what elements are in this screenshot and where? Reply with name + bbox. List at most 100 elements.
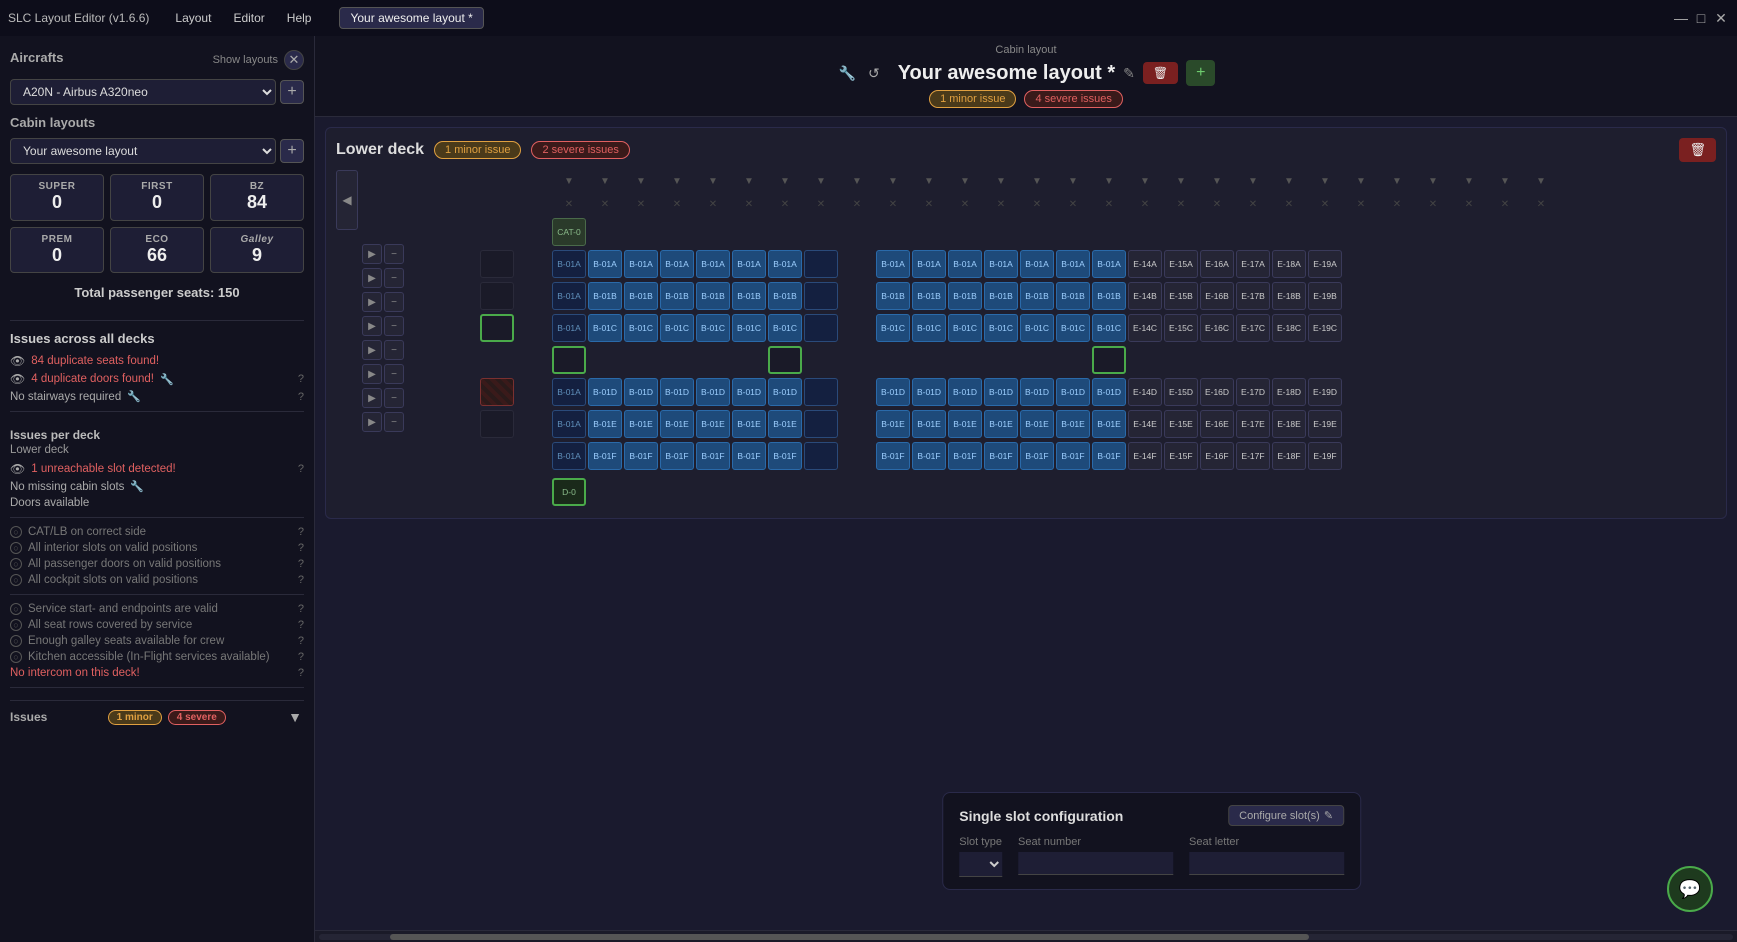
seat-cell[interactable]: B-01B: [1092, 282, 1126, 310]
seat-cell[interactable]: B-01A: [552, 314, 586, 342]
seat-cell[interactable]: [480, 378, 514, 406]
refresh-icon-button[interactable]: ↺: [866, 63, 882, 84]
seat-cell[interactable]: B-01C: [660, 314, 694, 342]
seat-cell[interactable]: E-19F: [1308, 442, 1342, 470]
row-ctrl-btn-4a[interactable]: ▶: [362, 316, 382, 336]
issues-expand-button[interactable]: ▼: [286, 707, 304, 727]
seat-cell[interactable]: B-01A: [984, 250, 1018, 278]
seat-cell[interactable]: B-01C: [696, 314, 730, 342]
seat-cell[interactable]: B-01E: [1056, 410, 1090, 438]
chat-button[interactable]: 💬: [1667, 866, 1713, 912]
seat-cell[interactable]: E-17A: [1236, 250, 1270, 278]
seat-cell[interactable]: E-19B: [1308, 282, 1342, 310]
seat-cell[interactable]: B-01D: [588, 378, 622, 406]
row-ctrl-btn-4b[interactable]: −: [384, 316, 404, 336]
seat-cell[interactable]: [552, 346, 586, 374]
configure-slots-button[interactable]: Configure slot(s) ✎: [1228, 805, 1344, 826]
seat-cell[interactable]: E-19C: [1308, 314, 1342, 342]
seat-cell[interactable]: B-01D: [624, 378, 658, 406]
seat-cell[interactable]: E-17D: [1236, 378, 1270, 406]
seat-cell[interactable]: B-01A: [732, 250, 766, 278]
seat-cell[interactable]: B-01F: [588, 442, 622, 470]
seat-cell[interactable]: E-18A: [1272, 250, 1306, 278]
seat-cell[interactable]: B-01E: [660, 410, 694, 438]
seat-cell[interactable]: B-01A: [552, 442, 586, 470]
seat-cell[interactable]: E-15E: [1164, 410, 1198, 438]
row-ctrl-btn-7a[interactable]: ▶: [362, 388, 382, 408]
seat-cell[interactable]: B-01C: [624, 314, 658, 342]
seat-cell[interactable]: B-01C: [948, 314, 982, 342]
row-ctrl-btn-2b[interactable]: −: [384, 268, 404, 288]
seat-cell[interactable]: E-19D: [1308, 378, 1342, 406]
seat-cell[interactable]: E-16C: [1200, 314, 1234, 342]
seat-cell[interactable]: B-01B: [624, 282, 658, 310]
seat-cell[interactable]: B-01B: [1020, 282, 1054, 310]
seat-cell[interactable]: B-01F: [912, 442, 946, 470]
seat-cell[interactable]: B-01E: [948, 410, 982, 438]
add-aircraft-button[interactable]: +: [280, 80, 304, 104]
seat-cell[interactable]: B-01E: [768, 410, 802, 438]
seat-cell[interactable]: B-01D: [984, 378, 1018, 406]
seat-cell[interactable]: [804, 410, 838, 438]
cabin-title-edit-button[interactable]: ✎: [1123, 65, 1135, 82]
wrench-icon[interactable]: 🔧: [160, 373, 174, 386]
seat-cell[interactable]: D-0: [552, 478, 586, 506]
seat-cell[interactable]: B-01B: [588, 282, 622, 310]
row-ctrl-btn-3b[interactable]: −: [384, 292, 404, 312]
help-icon[interactable]: ?: [298, 373, 304, 385]
minimize-button[interactable]: —: [1673, 10, 1689, 26]
seat-cell[interactable]: B-01C: [1020, 314, 1054, 342]
seat-cell[interactable]: [480, 314, 514, 342]
collapse-button[interactable]: ◀: [336, 170, 358, 230]
help-icon-9[interactable]: ?: [298, 619, 304, 631]
wrench-icon-3[interactable]: 🔧: [130, 480, 144, 493]
seat-cell[interactable]: E-16B: [1200, 282, 1234, 310]
seat-cell[interactable]: B-01F: [732, 442, 766, 470]
eye-icon-2[interactable]: 👁: [10, 372, 25, 386]
seat-cell[interactable]: B-01A: [876, 250, 910, 278]
close-button[interactable]: ✕: [1713, 10, 1729, 26]
seat-number-input[interactable]: [1018, 852, 1173, 875]
eye-icon[interactable]: 👁: [10, 354, 25, 368]
row-ctrl-btn-1b[interactable]: −: [384, 244, 404, 264]
row-ctrl-btn-5b[interactable]: −: [384, 340, 404, 360]
seat-cell[interactable]: B-01F: [1092, 442, 1126, 470]
seat-cell[interactable]: B-01A: [1056, 250, 1090, 278]
add-cabin-layout-button[interactable]: +: [280, 139, 304, 163]
seat-letter-input[interactable]: [1189, 852, 1344, 875]
seat-cell[interactable]: E-18D: [1272, 378, 1306, 406]
seat-cell[interactable]: B-01E: [912, 410, 946, 438]
seat-cell[interactable]: B-01E: [588, 410, 622, 438]
help-icon-12[interactable]: ?: [298, 667, 304, 679]
seat-cell[interactable]: E-18B: [1272, 282, 1306, 310]
seat-cell[interactable]: [804, 314, 838, 342]
eye-icon-3[interactable]: 👁: [10, 462, 25, 476]
help-icon-10[interactable]: ?: [298, 635, 304, 647]
active-tab[interactable]: Your awesome layout *: [339, 7, 483, 29]
seat-cell[interactable]: E-18F: [1272, 442, 1306, 470]
menu-layout[interactable]: Layout: [165, 9, 221, 27]
seat-cell[interactable]: E-19E: [1308, 410, 1342, 438]
seat-cell[interactable]: B-01A: [696, 250, 730, 278]
seat-cell[interactable]: B-01B: [696, 282, 730, 310]
delete-deck-button[interactable]: 🗑: [1679, 138, 1716, 162]
seat-cell[interactable]: E-16E: [1200, 410, 1234, 438]
seat-cell[interactable]: B-01F: [660, 442, 694, 470]
seat-cell[interactable]: B-01D: [768, 378, 802, 406]
seat-cell[interactable]: B-01C: [1056, 314, 1090, 342]
seat-cell[interactable]: E-16A: [1200, 250, 1234, 278]
seat-cell[interactable]: E-15F: [1164, 442, 1198, 470]
help-icon-5[interactable]: ?: [298, 542, 304, 554]
seat-cell[interactable]: [804, 378, 838, 406]
slot-type-select[interactable]: [959, 852, 1002, 877]
seat-cell[interactable]: B-01D: [948, 378, 982, 406]
row-ctrl-btn-3a[interactable]: ▶: [362, 292, 382, 312]
seat-cell[interactable]: B-01D: [1020, 378, 1054, 406]
seat-cell[interactable]: B-01B: [912, 282, 946, 310]
seat-cell[interactable]: B-01A: [552, 250, 586, 278]
seat-cell[interactable]: E-17F: [1236, 442, 1270, 470]
cabin-title-delete-button[interactable]: 🗑: [1143, 62, 1178, 84]
seat-cell[interactable]: CAT-0: [552, 218, 586, 246]
seat-cell[interactable]: E-14F: [1128, 442, 1162, 470]
row-ctrl-btn-8a[interactable]: ▶: [362, 412, 382, 432]
